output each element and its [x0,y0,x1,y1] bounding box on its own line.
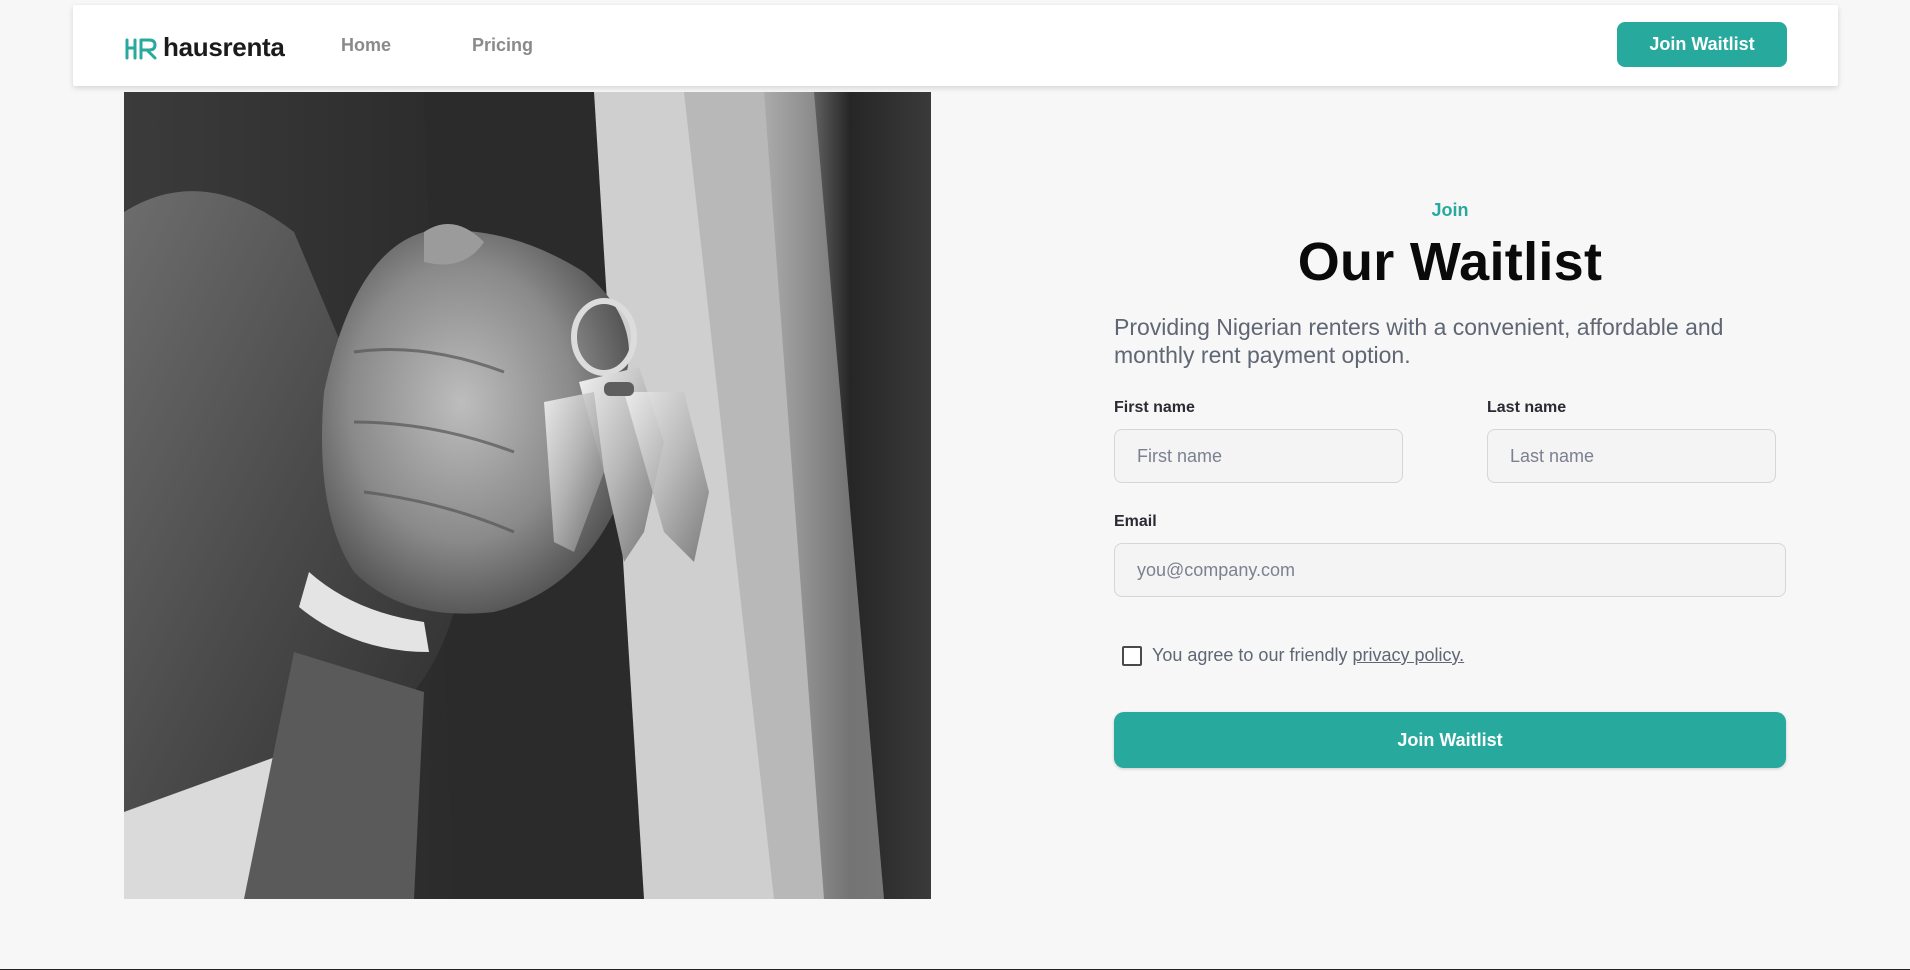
brand-name: hausrenta [163,32,285,62]
header-join-waitlist-button[interactable]: Join Waitlist [1617,22,1787,67]
email-label: Email [1114,513,1157,530]
form-subtitle: Providing Nigerian renters with a conven… [1114,314,1724,368]
form-title: Our Waitlist [1297,232,1603,292]
privacy-consent: You agree to our friendly privacy policy… [1114,645,1786,666]
first-name-label: First name [1114,399,1195,416]
email-group: Email [1114,513,1786,597]
nav-link-pricing[interactable]: Pricing [472,35,533,56]
privacy-consent-text: You agree to our friendly [1152,645,1348,665]
join-waitlist-submit-button[interactable]: Join Waitlist [1114,712,1786,768]
hand-holding-keys-illustration [124,92,931,899]
brand-logo[interactable]: hausrenta [125,32,285,63]
last-name-input[interactable] [1487,429,1776,483]
nav-link-home[interactable]: Home [341,35,391,56]
last-name-label: Last name [1487,399,1567,416]
privacy-policy-link[interactable]: privacy policy. [1352,645,1464,666]
privacy-consent-checkbox[interactable] [1122,645,1142,666]
first-name-group: First name [1114,399,1403,483]
top-navbar: hausrenta Home Pricing Join Waitlist [73,5,1838,86]
hero-image-keys [124,92,931,899]
form-eyebrow: Join [1431,200,1469,220]
waitlist-form: Join Our Waitlist Providing Nigerian ren… [1114,200,1786,768]
hausrenta-logo-icon [125,38,157,59]
email-input[interactable] [1114,543,1786,597]
first-name-input[interactable] [1114,429,1403,483]
last-name-group: Last name [1487,399,1776,483]
name-fields-row: First name Last name [1114,399,1786,483]
